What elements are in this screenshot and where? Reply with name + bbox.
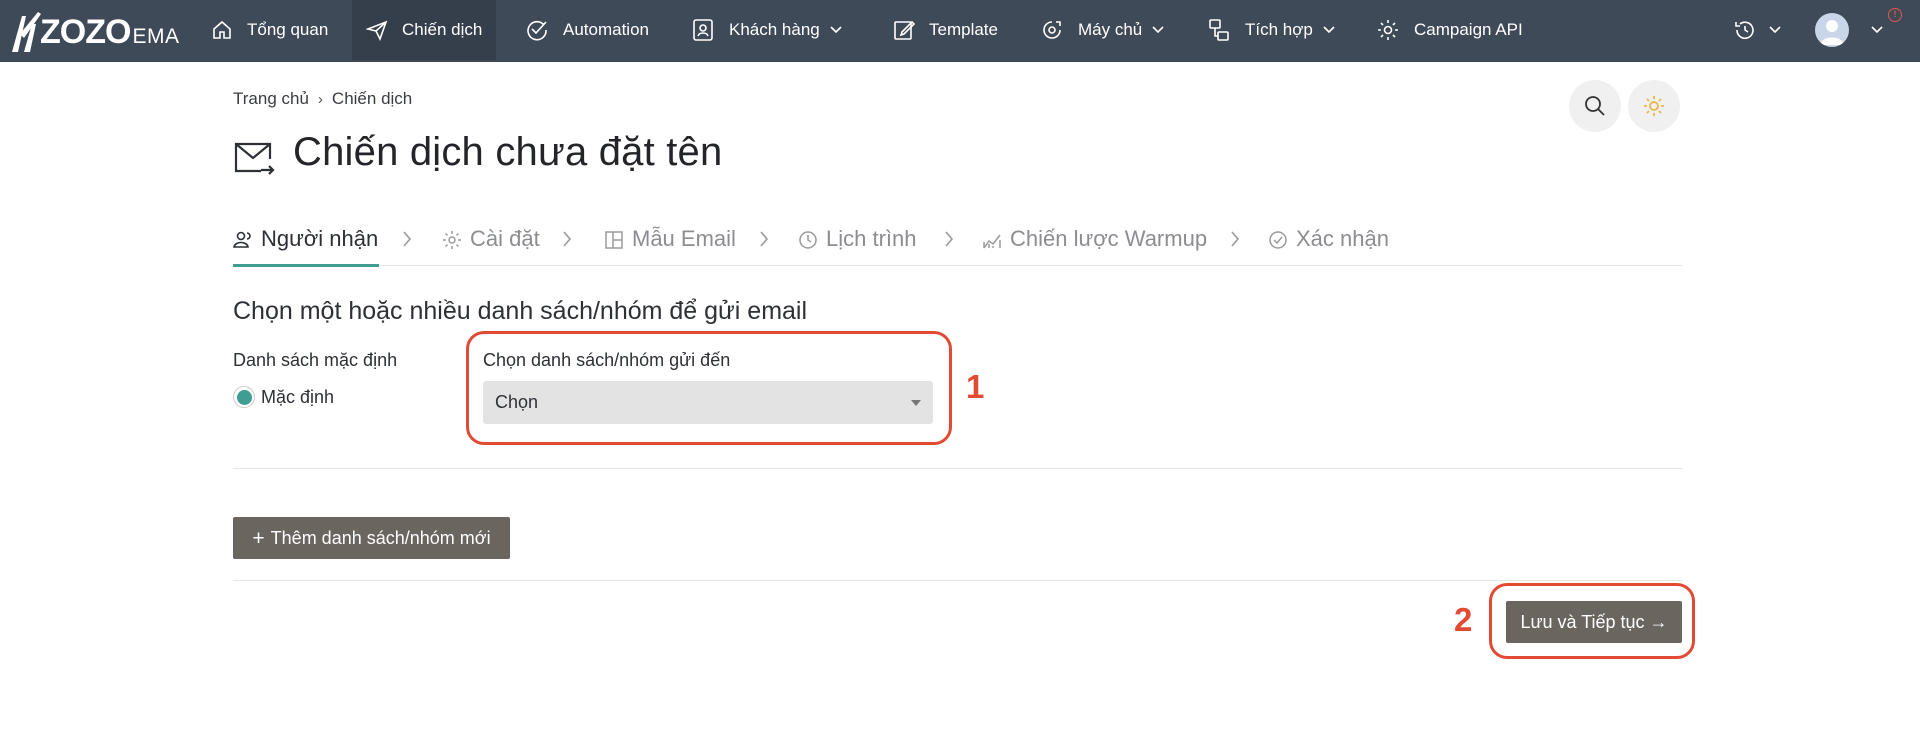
highlight-box-1 — [466, 331, 952, 445]
section-title: Chọn một hoặc nhiều danh sách/nhóm để gử… — [233, 297, 808, 325]
server-cog-icon — [1043, 21, 1061, 39]
step-label: Người nhận — [261, 226, 379, 251]
radio-selected-dot — [236, 389, 252, 405]
search-icon — [1585, 96, 1605, 116]
brand-logo[interactable]: ZOZO EMA — [8, 8, 179, 54]
nav-label: Tổng quan — [247, 20, 329, 39]
chevron-right-icon — [1231, 231, 1240, 247]
integration-icon — [1209, 19, 1229, 41]
logo-suffix: EMA — [132, 25, 180, 48]
default-list-option[interactable]: Mặc định — [233, 386, 334, 408]
chart-icon — [983, 234, 1001, 249]
avatar — [1815, 13, 1849, 47]
logo-mark-icon — [12, 12, 41, 52]
sun-icon — [1644, 96, 1664, 116]
nav-label: Tích hợp — [1245, 20, 1313, 39]
gear-icon — [1378, 20, 1398, 40]
chevron-down-icon — [830, 26, 842, 34]
history-icon — [1735, 21, 1754, 40]
radio-label: Mặc định — [261, 386, 335, 407]
check-circle-icon — [1269, 231, 1287, 249]
nav-label: Automation — [563, 20, 649, 39]
wizard-steps: Người nhận Cài đặt Mẫu Email Lịch trình … — [233, 222, 1682, 267]
annotation-number-1: 1 — [966, 368, 985, 405]
chevron-right-icon — [945, 231, 954, 247]
breadcrumb-home[interactable]: Trang chủ — [233, 89, 309, 109]
chevron-down-icon — [1152, 26, 1164, 34]
breadcrumb-separator: › — [317, 90, 323, 108]
step-schedule[interactable]: Lịch trình — [798, 222, 917, 266]
step-settings[interactable]: Cài đặt — [442, 222, 540, 266]
breadcrumb: Trang chủ › Chiến dịch — [233, 89, 412, 109]
gear-icon — [443, 231, 461, 249]
chevron-right-icon — [563, 231, 572, 247]
chevron-down-icon — [1769, 26, 1781, 34]
logo-text: ZOZO — [40, 13, 131, 51]
home-icon — [213, 20, 231, 39]
nav-label: Campaign API — [1414, 20, 1523, 39]
step-confirm[interactable]: Xác nhận — [1268, 222, 1389, 266]
nav-item-template[interactable]: Template — [879, 0, 1012, 60]
step-label: Chiến lược Warmup — [1010, 226, 1208, 251]
mail-send-icon — [234, 142, 275, 175]
nav-label: Máy chủ — [1078, 20, 1143, 39]
user-menu[interactable] — [1815, 0, 1883, 60]
default-list-label: Danh sách mặc định — [233, 350, 398, 370]
step-label: Cài đặt — [470, 226, 540, 251]
send-icon — [366, 20, 388, 41]
chevron-down-icon — [1323, 26, 1335, 34]
nav-label: Khách hàng — [729, 20, 820, 39]
plus-icon: + — [252, 526, 265, 550]
add-button-label: Thêm danh sách/nhóm mới — [270, 527, 491, 548]
notification-badge[interactable]: ! — [1888, 8, 1902, 22]
step-warmup-strategy[interactable]: Chiến lược Warmup — [982, 222, 1207, 266]
chevron-right-icon — [403, 231, 412, 247]
nav-item-campaigns[interactable]: Chiến dịch — [352, 0, 497, 60]
step-label: Mẫu Email — [632, 226, 736, 251]
user-icon — [1820, 20, 1844, 45]
radio-button[interactable] — [233, 386, 255, 408]
contacts-icon — [693, 19, 713, 41]
edit-icon — [894, 20, 915, 40]
breadcrumb-current[interactable]: Chiến dịch — [332, 89, 412, 109]
top-navbar: ZOZO EMA Tổng quan Chiến dịch Automation… — [0, 0, 1920, 62]
annotation-number-2: 2 — [1454, 601, 1473, 638]
chevron-right-icon — [760, 231, 769, 247]
step-label: Xác nhận — [1296, 226, 1389, 251]
nav-label: Template — [929, 20, 998, 39]
highlight-box-2 — [1489, 583, 1695, 659]
check-circle-icon — [527, 20, 547, 41]
layout-icon — [605, 231, 623, 249]
add-list-group-button[interactable]: + Thêm danh sách/nhóm mới — [233, 517, 510, 559]
chevron-down-icon — [1871, 26, 1883, 34]
clock-icon — [799, 231, 817, 249]
nav-item-campaign-api[interactable]: Campaign API — [1362, 0, 1537, 60]
nav-label: Chiến dịch — [402, 20, 483, 39]
theme-toggle-button[interactable] — [1628, 80, 1680, 132]
page-title: Chiến dịch chưa đặt tên — [293, 130, 723, 174]
step-label: Lịch trình — [826, 226, 917, 251]
divider — [233, 580, 1682, 581]
nav-item-overview[interactable]: Tổng quan — [197, 0, 342, 60]
nav-item-servers[interactable]: Máy chủ — [1026, 0, 1178, 60]
history-menu[interactable] — [1733, 0, 1781, 60]
nav-item-automation[interactable]: Automation — [511, 0, 663, 60]
step-recipients[interactable]: Người nhận — [233, 222, 379, 267]
step-email-template[interactable]: Mẫu Email — [604, 222, 736, 266]
search-button[interactable] — [1569, 80, 1621, 132]
nav-item-customers[interactable]: Khách hàng — [677, 0, 856, 60]
divider — [233, 468, 1682, 469]
recipients-icon — [233, 231, 251, 248]
nav-item-integrations[interactable]: Tích hợp — [1193, 0, 1349, 60]
